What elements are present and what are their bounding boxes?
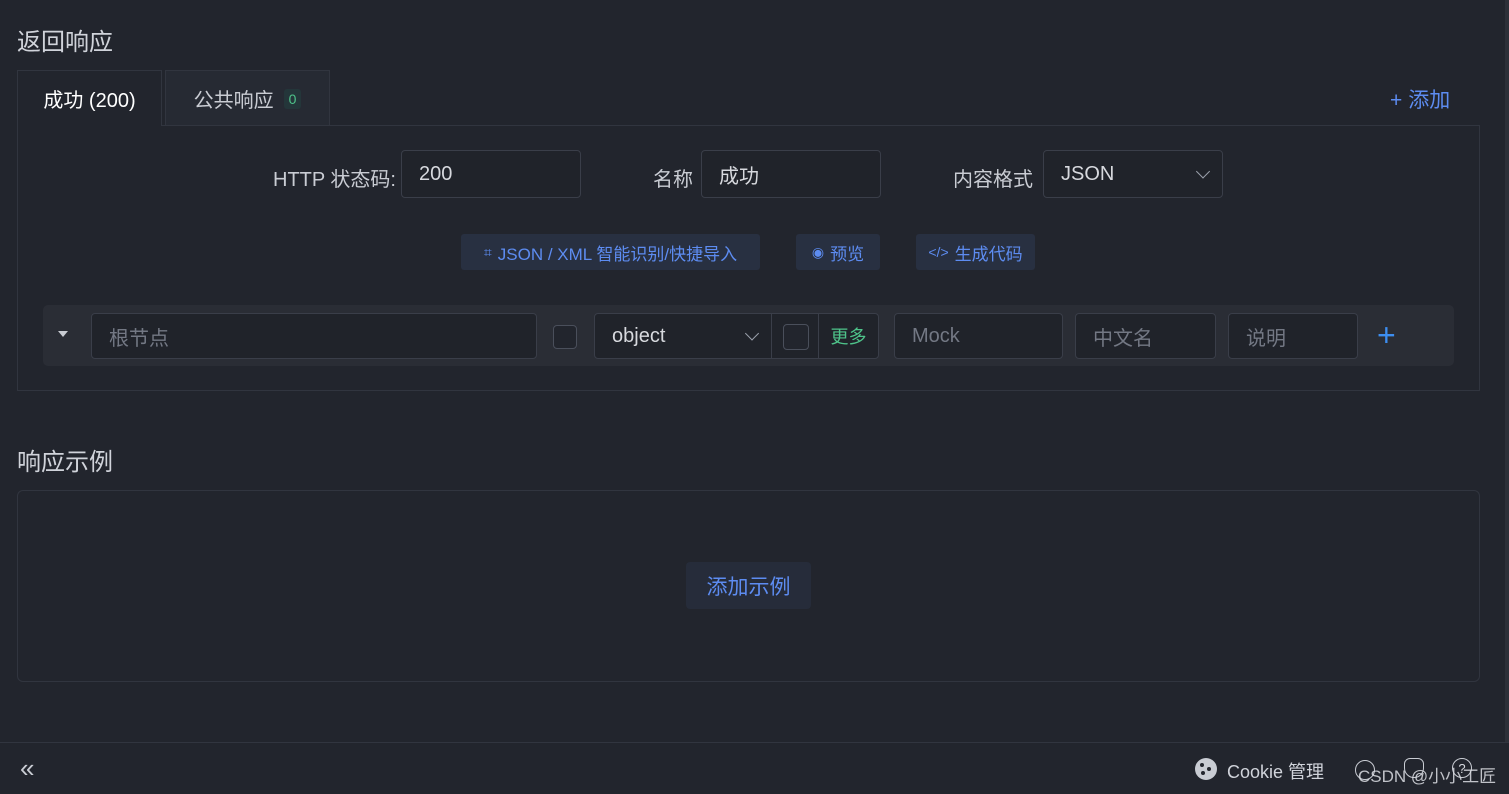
content-format-value: JSON — [1061, 162, 1115, 185]
tab-count-badge: 0 — [283, 88, 302, 109]
generate-code-label: 生成代码 — [954, 244, 1023, 264]
add-example-label: 添加示例 — [706, 575, 791, 599]
name-input[interactable]: 成功 — [701, 150, 881, 198]
code-icon: </> — [928, 244, 949, 260]
root-node-placeholder: 根节点 — [109, 327, 169, 350]
more-button[interactable]: 更多 — [818, 313, 879, 359]
more-label: 更多 — [830, 327, 867, 347]
cookie-manager-label: Cookie 管理 — [1227, 762, 1325, 782]
smart-import-button[interactable]: ⌗ JSON / XML 智能识别/快捷导入 — [461, 234, 760, 270]
name-value: 成功 — [719, 165, 759, 188]
cookie-manager-button[interactable]: Cookie 管理 — [1227, 758, 1324, 784]
add-response-label: 添加 — [1408, 89, 1451, 112]
add-child-plus-icon[interactable]: + — [1377, 317, 1396, 353]
tab-success[interactable]: 成功 (200) — [17, 70, 162, 126]
content-format-label: 内容格式 — [953, 169, 1033, 191]
eye-icon: ◉ — [811, 243, 825, 260]
add-response-button[interactable]: + 添加 — [1390, 84, 1450, 114]
name-label: 名称 — [653, 169, 693, 191]
mock-input[interactable]: Mock — [894, 313, 1063, 359]
preview-label: 预览 — [830, 244, 865, 264]
generate-code-button[interactable]: </> 生成代码 — [916, 234, 1035, 270]
nullable-checkbox[interactable] — [783, 324, 809, 350]
status-code-label: HTTP 状态码: — [273, 169, 396, 191]
smart-import-label: JSON / XML 智能识别/快捷导入 — [497, 244, 738, 264]
chinese-name-input[interactable]: 中文名 — [1075, 313, 1216, 359]
scan-icon: ⌗ — [483, 243, 492, 260]
root-node-input[interactable]: 根节点 — [91, 313, 537, 359]
collapse-sidebar-icon[interactable]: « — [20, 755, 34, 781]
caret-down-icon[interactable] — [58, 331, 68, 337]
content-format-select[interactable]: JSON — [1043, 150, 1223, 198]
preview-button[interactable]: ◉ 预览 — [796, 234, 880, 270]
description-placeholder: 说明 — [1246, 327, 1286, 350]
type-value: object — [612, 324, 666, 347]
cookie-icon — [1195, 758, 1217, 780]
type-select[interactable]: object — [594, 313, 772, 359]
example-section-title: 响应示例 — [17, 449, 113, 476]
response-section-title: 返回响应 — [17, 29, 113, 56]
scrollbar[interactable] — [1505, 0, 1509, 742]
description-input[interactable]: 说明 — [1228, 313, 1358, 359]
chinese-name-placeholder: 中文名 — [1093, 327, 1153, 350]
add-example-button[interactable]: 添加示例 — [686, 562, 811, 609]
chevron-down-icon — [744, 326, 760, 341]
nullable-checkbox-cell — [771, 313, 819, 359]
plus-icon: + — [1390, 89, 1403, 112]
chevron-down-icon — [1195, 164, 1211, 179]
required-checkbox[interactable] — [553, 325, 577, 349]
tab-success-label: 成功 (200) — [43, 90, 136, 112]
tab-common-response[interactable]: 公共响应 0 — [165, 70, 330, 126]
mock-placeholder: Mock — [912, 324, 960, 347]
tab-common-label: 公共响应 — [193, 90, 274, 112]
watermark: CSDN @小小工匠 — [1358, 767, 1497, 786]
status-code-input[interactable]: 200 — [401, 150, 581, 198]
status-code-value: 200 — [419, 162, 453, 185]
